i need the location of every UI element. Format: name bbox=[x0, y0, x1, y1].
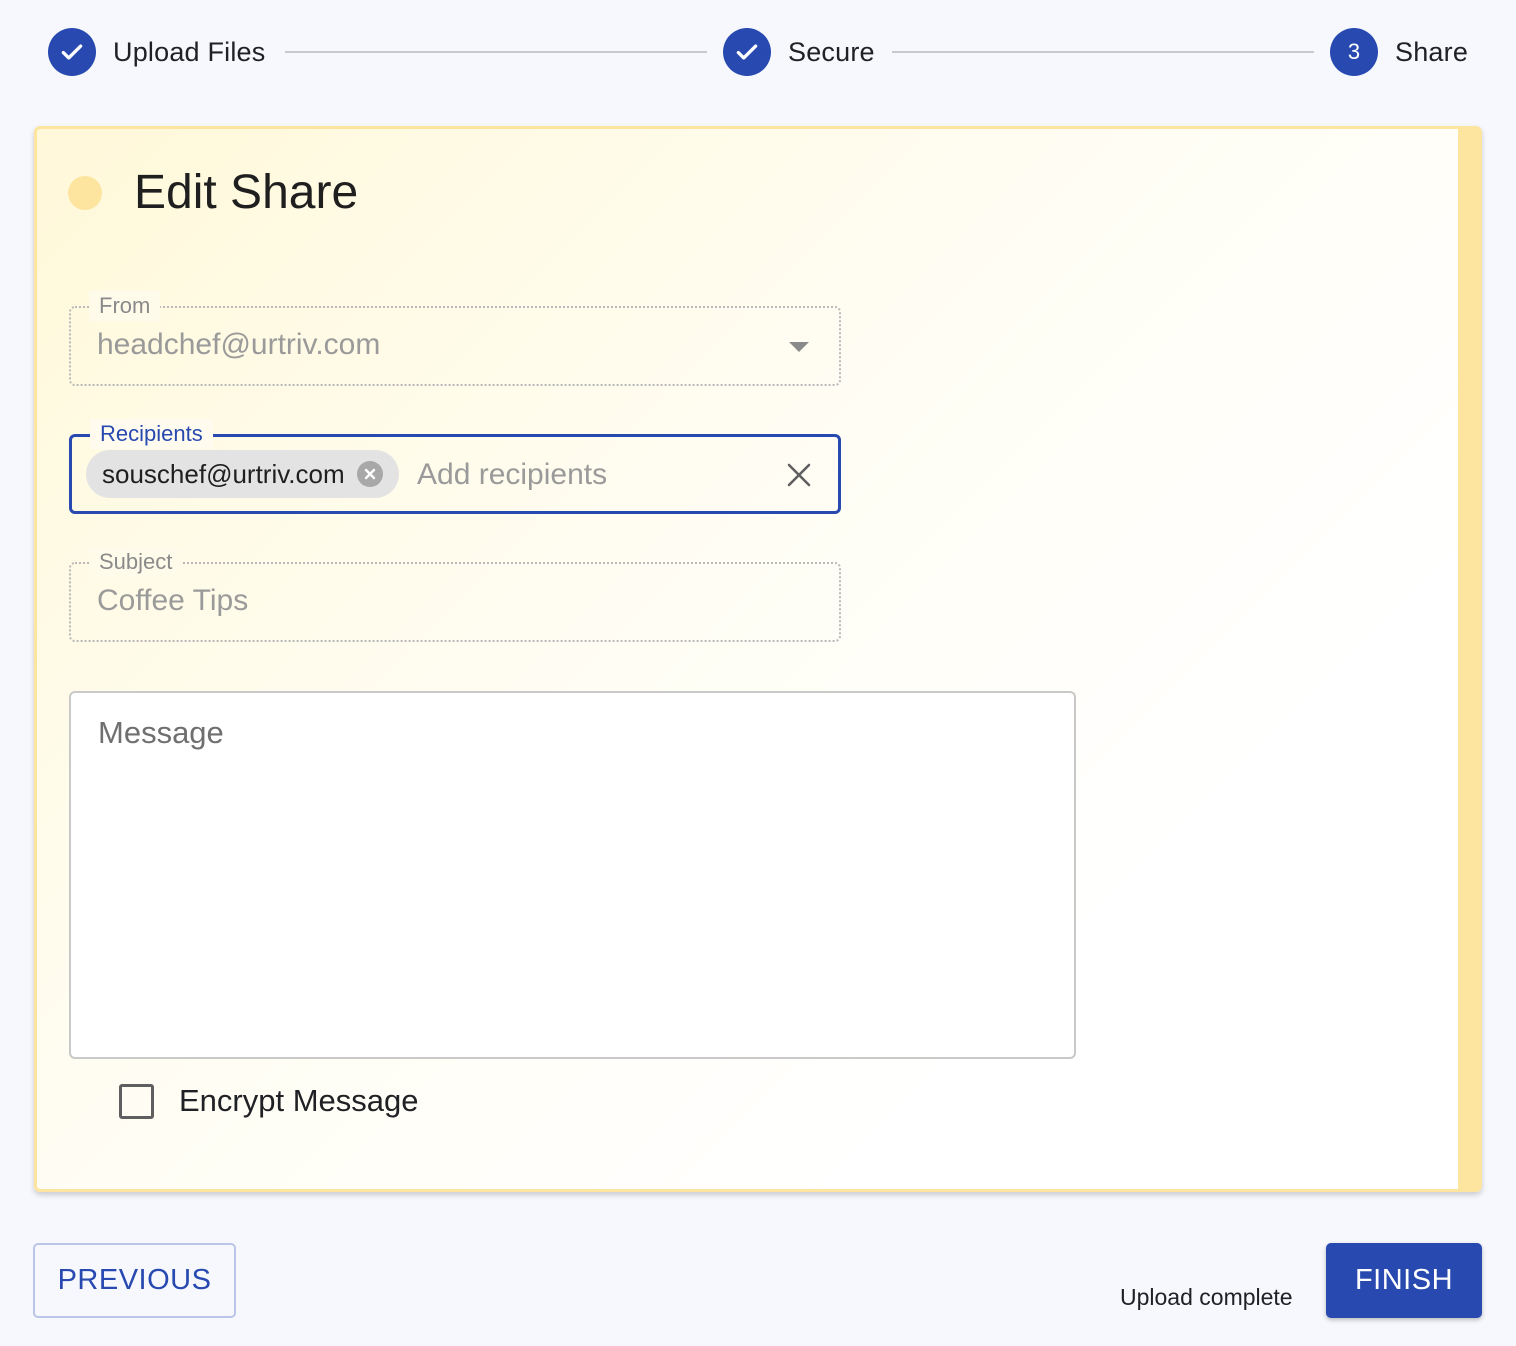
step-connector bbox=[285, 51, 707, 53]
subject-value: Coffee Tips bbox=[97, 584, 249, 617]
page-title: Edit Share bbox=[134, 166, 359, 219]
close-icon[interactable] bbox=[784, 460, 814, 490]
edit-share-card: Edit Share From headchef@urtriv.com Reci… bbox=[34, 126, 1482, 1192]
recipient-chip-label: souschef@urtriv.com bbox=[102, 458, 345, 489]
recipients-field[interactable]: Recipients souschef@urtriv.com bbox=[69, 419, 841, 514]
message-placeholder: Message bbox=[98, 715, 224, 750]
upload-status: Upload complete bbox=[1120, 1284, 1293, 1310]
step-label: Upload Files bbox=[113, 36, 266, 67]
from-label: From bbox=[89, 291, 161, 321]
stepper: Upload Files Secure 3 Share bbox=[0, 0, 1516, 104]
encrypt-checkbox[interactable] bbox=[119, 1083, 154, 1119]
check-icon bbox=[48, 28, 96, 76]
remove-chip-icon[interactable] bbox=[356, 461, 383, 487]
encrypt-message-option[interactable]: Encrypt Message bbox=[119, 1083, 419, 1119]
from-value: headchef@urtriv.com bbox=[97, 328, 381, 361]
from-select[interactable]: From headchef@urtriv.com bbox=[69, 291, 841, 386]
recipients-label: Recipients bbox=[90, 419, 213, 449]
finish-button[interactable]: FINISH bbox=[1326, 1243, 1482, 1318]
subject-field[interactable]: Subject Coffee Tips bbox=[69, 547, 841, 642]
message-textarea[interactable]: Message bbox=[69, 691, 1076, 1059]
step-connector bbox=[892, 51, 1314, 53]
step-secure[interactable]: Secure bbox=[723, 28, 875, 76]
chevron-down-icon[interactable] bbox=[789, 342, 809, 352]
encrypt-label: Encrypt Message bbox=[179, 1083, 419, 1118]
status-dot bbox=[68, 176, 102, 210]
step-number: 3 bbox=[1330, 28, 1378, 76]
add-recipients-input[interactable] bbox=[417, 453, 777, 497]
step-upload-files[interactable]: Upload Files bbox=[48, 28, 265, 76]
previous-button[interactable]: PREVIOUS bbox=[33, 1243, 236, 1318]
subject-label: Subject bbox=[89, 547, 183, 577]
step-label: Share bbox=[1395, 36, 1469, 67]
step-share[interactable]: 3 Share bbox=[1330, 28, 1468, 76]
check-icon bbox=[723, 28, 771, 76]
step-label: Secure bbox=[788, 36, 875, 67]
recipient-chip[interactable]: souschef@urtriv.com bbox=[86, 450, 399, 498]
